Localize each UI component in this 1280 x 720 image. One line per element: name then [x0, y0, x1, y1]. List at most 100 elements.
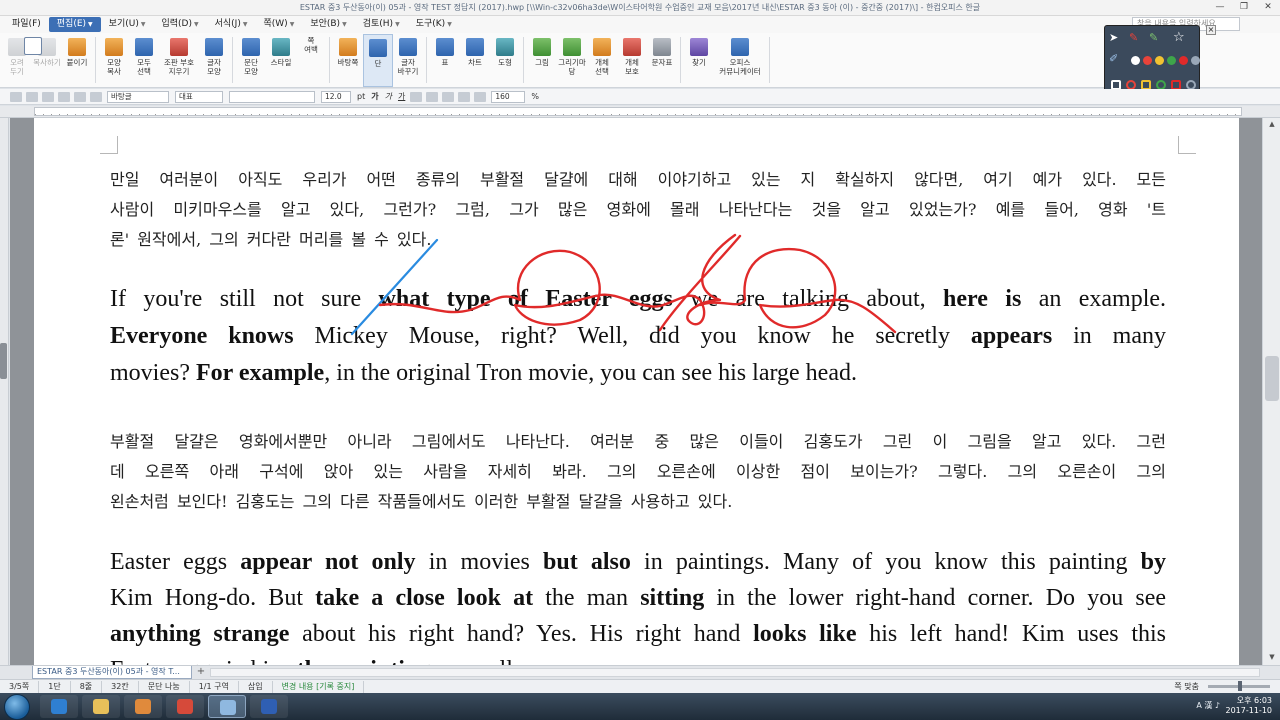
tray-ime[interactable]: A 漢 ♪	[1196, 700, 1220, 711]
taskbar-app[interactable]	[166, 695, 204, 718]
horizontal-ruler[interactable]	[0, 106, 1280, 118]
ribbon-button[interactable]: 글자 모양	[199, 34, 229, 87]
ribbon-button[interactable]: 오피스 커뮤니케이터	[714, 34, 766, 87]
cursor-icon[interactable]: ➤	[1109, 31, 1121, 44]
menu-insert[interactable]: 입력(D) ▼	[153, 17, 206, 32]
print-icon[interactable]	[58, 91, 70, 102]
bold-button[interactable]: 가	[371, 91, 378, 102]
ribbon-button[interactable]: 개체 선택	[587, 34, 617, 87]
pen-color-swatch[interactable]	[1155, 56, 1164, 65]
taskbar-app[interactable]	[124, 695, 162, 718]
ribbon-button[interactable]: 그림	[527, 34, 557, 87]
ribbon-button[interactable]: 표	[430, 34, 460, 87]
vertical-ruler[interactable]	[0, 118, 9, 665]
scrollbar-thumb[interactable]	[1265, 356, 1279, 401]
menu-tools[interactable]: 도구(K) ▼	[408, 17, 460, 32]
minimize-button[interactable]: —	[1208, 0, 1232, 16]
bold-phrase: take a close look at	[315, 585, 534, 611]
text-run: the man	[533, 585, 641, 611]
menu-file[interactable]: 파일(F)	[4, 17, 49, 32]
style-select[interactable]: 바탕글	[107, 90, 169, 103]
ruler-handle[interactable]	[0, 343, 7, 379]
scroll-down-icon[interactable]: ▼	[1267, 653, 1277, 661]
menu-security[interactable]: 보안(B) ▼	[302, 17, 354, 32]
text-line: Kim Hong-do. But take a close look at th…	[110, 580, 1166, 616]
horizontal-scrollbar[interactable]	[210, 668, 1260, 677]
shape-icon	[496, 38, 514, 56]
pen-color-swatch[interactable]	[1191, 56, 1200, 65]
open-icon[interactable]	[26, 91, 38, 102]
align-justify-icon[interactable]	[474, 91, 487, 102]
start-button[interactable]	[4, 694, 30, 720]
redo-icon[interactable]	[90, 91, 102, 102]
italic-button[interactable]: 가	[385, 91, 392, 102]
undo-icon[interactable]	[74, 91, 86, 102]
ribbon-button[interactable]: 조판 부호 지우기	[159, 34, 199, 87]
close-icon[interactable]: ×	[1206, 25, 1216, 35]
star-icon[interactable]: ☆	[1173, 30, 1185, 45]
ribbon-button[interactable]: 찾기	[684, 34, 714, 87]
taskbar-app[interactable]	[40, 695, 78, 718]
document-area[interactable]: 만일 여러분이 아직도 우리가 어떤 종류의 부활절 달걀에 대해 이야기하고 …	[10, 118, 1262, 665]
font-size-input[interactable]: 12.0	[321, 90, 351, 103]
ribbon-button-label: 복사하기	[33, 58, 61, 67]
menu-security-label: 보안(B)	[310, 19, 341, 29]
add-tab-icon[interactable]: +	[194, 667, 208, 678]
status-track-changes[interactable]: 변경 내용 [기록 중지]	[273, 680, 365, 693]
ribbon-button[interactable]: 모두 선택	[129, 34, 159, 87]
marker-icon[interactable]: ✎	[1149, 31, 1161, 44]
zoom-slider-knob[interactable]	[1238, 681, 1242, 691]
ribbon-button[interactable]: 개체 보호	[617, 34, 647, 87]
maximize-button[interactable]: ❐	[1232, 0, 1256, 16]
taskbar-app[interactable]	[208, 695, 246, 718]
menu-page[interactable]: 쪽(W) ▼	[255, 17, 302, 32]
ribbon-button[interactable]: 붙이기	[62, 34, 92, 87]
new-document-icon[interactable]	[10, 91, 22, 102]
ribbon-button[interactable]: 문단 모양	[236, 34, 266, 87]
ribbon-button[interactable]: 도형	[490, 34, 520, 87]
pen-color-swatch[interactable]	[1131, 56, 1140, 65]
menu-view[interactable]: 보기(U) ▼	[101, 17, 154, 32]
menu-review[interactable]: 검토(H) ▼	[355, 17, 408, 32]
font-select[interactable]	[229, 90, 315, 103]
text-run: an example.	[1021, 286, 1166, 312]
margin-mark	[1178, 136, 1196, 154]
ribbon-button[interactable]: 단	[363, 34, 393, 87]
underline-button[interactable]: 가	[398, 91, 405, 102]
vertical-scrollbar[interactable]: ▲ ▼	[1262, 118, 1280, 665]
close-button[interactable]: ✕	[1256, 0, 1280, 16]
taskbar-app[interactable]	[82, 695, 120, 718]
zoom-slider[interactable]	[1208, 681, 1270, 691]
zoom-input[interactable]: 160	[491, 90, 526, 103]
save-icon[interactable]	[42, 91, 54, 102]
font-lang-select[interactable]: 대표	[175, 90, 223, 103]
ribbon-button[interactable]: 차트	[460, 34, 490, 87]
document-page[interactable]: 만일 여러분이 아직도 우리가 어떤 종류의 부활절 달걀에 대해 이야기하고 …	[34, 118, 1239, 665]
document-tab[interactable]: ESTAR 중3 두산동아(이) 05과 - 영작 T...	[32, 666, 192, 679]
eraser-icon[interactable]: ✐	[1109, 52, 1121, 65]
menu-edit[interactable]: 편집(E) ▼	[48, 17, 101, 32]
pen-icon[interactable]: ✎	[1129, 31, 1141, 44]
align-right-icon[interactable]	[458, 91, 471, 102]
ribbon-button[interactable]: 문자표	[647, 34, 677, 87]
ribbon-button[interactable]: 글자 바꾸기	[393, 34, 423, 87]
ribbon-button[interactable]: 쪽 여백	[24, 34, 326, 87]
scroll-up-icon[interactable]: ▲	[1267, 120, 1277, 128]
ribbon-button[interactable]: 스타일	[266, 34, 296, 87]
view-mode[interactable]: 쪽 맞춤	[1174, 681, 1199, 692]
bold-phrase: appears	[970, 323, 1053, 349]
taskbar-app[interactable]	[250, 695, 288, 718]
ribbon-button[interactable]: 모양 복사	[99, 34, 129, 87]
ribbon-button-label: 개체 보호	[625, 58, 639, 76]
ribbon-button[interactable]: 바탕쪽	[333, 34, 363, 87]
font-color-icon[interactable]	[410, 91, 423, 102]
menu-format[interactable]: 서식(J) ▼	[207, 17, 256, 32]
align-center-icon[interactable]	[442, 91, 455, 102]
pen-color-swatch[interactable]	[1167, 56, 1176, 65]
clock[interactable]: 오후 6:03 2017-11-10	[1226, 696, 1273, 716]
ribbon-button[interactable]: 그리기마당	[557, 34, 587, 87]
status-insert-mode[interactable]: 삽입	[239, 680, 273, 693]
pen-color-swatch[interactable]	[1143, 56, 1152, 65]
pen-color-swatch[interactable]	[1179, 56, 1188, 65]
align-left-icon[interactable]	[426, 91, 439, 102]
